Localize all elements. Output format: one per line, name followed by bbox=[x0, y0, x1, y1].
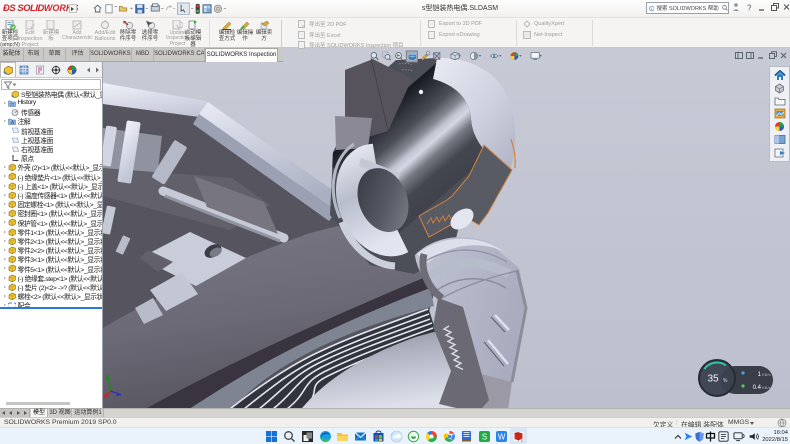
svg-text:0.4: 0.4 bbox=[753, 385, 762, 391]
svg-text:35: 35 bbox=[707, 374, 719, 385]
svg-text:KB/s: KB/s bbox=[762, 385, 770, 390]
svg-text:%: % bbox=[723, 378, 728, 384]
svg-text:W: W bbox=[498, 433, 506, 442]
svg-text:?: ? bbox=[747, 4, 752, 13]
svg-text:KB/s: KB/s bbox=[762, 372, 770, 377]
svg-text:S: S bbox=[482, 433, 487, 442]
svg-text:s: s bbox=[521, 439, 523, 443]
